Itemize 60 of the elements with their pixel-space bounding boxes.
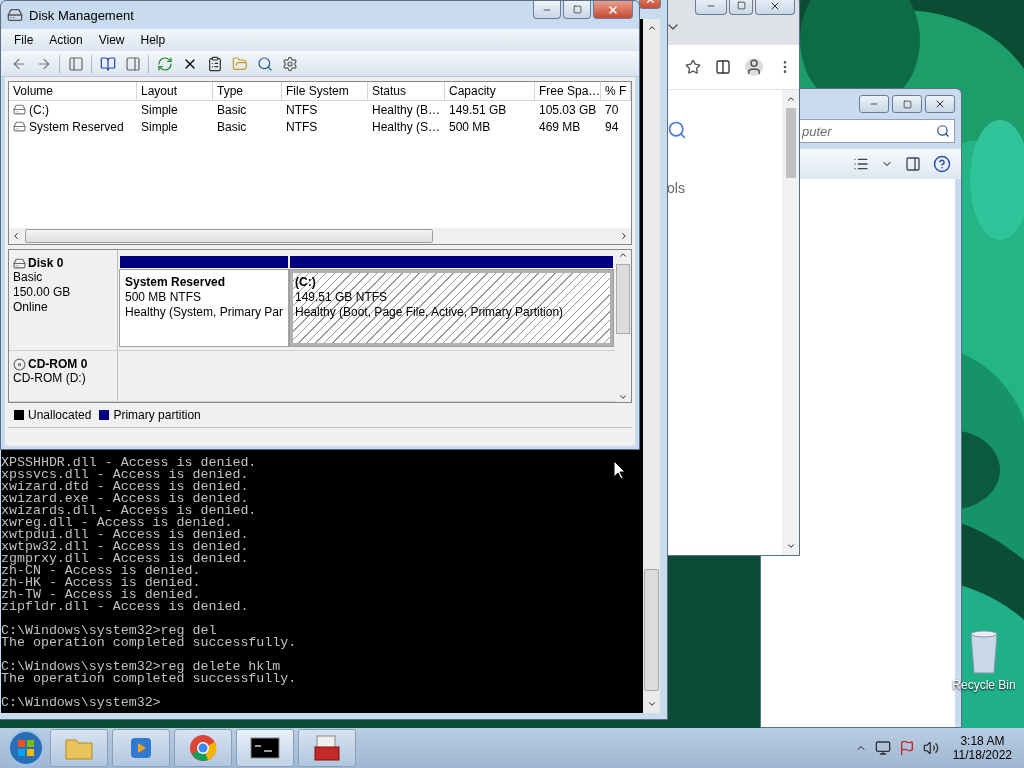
console-line: The operation completed successfully. (1, 637, 297, 649)
console-line: xwtpw32.dll - Access is denied. (1, 541, 249, 553)
table-cell: Healthy (B… (372, 102, 441, 117)
column-header[interactable]: Type (213, 82, 282, 100)
column-header[interactable]: Status (368, 82, 445, 100)
table-cell: 105.03 GB (539, 102, 597, 117)
menu-item[interactable]: Help (133, 31, 173, 49)
disk-name: CD-ROM 0 (28, 357, 88, 371)
console-line: zh-HK - Access is denied. (1, 577, 201, 589)
column-header[interactable]: Volume (9, 82, 137, 100)
table-cell: Simple (141, 102, 178, 117)
table-cell: 469 MB (539, 119, 581, 134)
console-line: xwizard.exe - Access is denied. (1, 493, 249, 505)
column-header[interactable]: Free Spa… (535, 82, 601, 100)
disk-detail: 150.00 GB (13, 285, 72, 300)
console-line: zh-CN - Access is denied. (1, 565, 201, 577)
table-cell: System Reserved (29, 119, 124, 134)
table-cell: Healthy (S… (372, 119, 441, 134)
column-header[interactable]: File System (282, 82, 368, 100)
console-line: C:\Windows\system32>reg del (1, 625, 217, 637)
disk-detail: Basic (13, 270, 44, 285)
console-line: xwizard.dtd - Access is denied. (1, 481, 249, 493)
console-line: XPSSHHDR.dll - Access is denied. (1, 457, 257, 469)
table-cell: Simple (141, 119, 178, 134)
menu-item[interactable]: Action (42, 31, 90, 49)
disk-name: Disk 0 (28, 256, 64, 270)
column-header[interactable]: % F (601, 82, 631, 100)
column-header[interactable]: Layout (137, 82, 213, 100)
table-cell: Basic (217, 119, 247, 134)
console-line: zipfldr.dll - Access is denied. (1, 601, 249, 613)
disk-detail: Online (13, 300, 49, 315)
console-line: C:\Windows\system32> (1, 697, 161, 709)
page-text: ols (667, 180, 686, 196)
table-cell: NTFS (286, 119, 318, 134)
console-line: xwtpdui.dll - Access is denied. (1, 529, 249, 541)
console-line: xwizards.dll - Access is denied. (1, 505, 257, 517)
console-line: C:\Windows\system32>reg delete hklm (1, 661, 281, 673)
partition[interactable]: (C:) 149.51 GB NTFS Healthy (Boot, Page File, Active, Primary Partition) (290, 270, 613, 346)
window-title: Disk Management (29, 7, 135, 23)
table-cell: (C:) (29, 102, 49, 117)
table-cell: 94 (605, 119, 619, 134)
disk-detail: CD-ROM (D:) (13, 371, 87, 386)
menu-item[interactable]: View (91, 31, 132, 49)
table-cell: 149.51 GB (449, 102, 507, 117)
console-line: zgmprxy.dll - Access is denied. (1, 553, 249, 565)
table-cell: 500 MB (449, 119, 491, 134)
console-line: xwreg.dll - Access is denied. (1, 517, 233, 529)
console-line: zh-TW - Access is denied. (1, 589, 201, 601)
console-line: The operation completed successfully. (1, 673, 297, 685)
column-header[interactable]: Capacity (445, 82, 535, 100)
console-line: xpssvcs.dll - Access is denied. (1, 469, 249, 481)
table-cell: NTFS (286, 102, 318, 117)
legend-label: Unallocated (28, 408, 92, 422)
partition[interactable]: System Reserved 500 MB NTFS Healthy (System, Primary Par (120, 270, 288, 346)
search-field[interactable]: puter (797, 119, 955, 143)
menu-item[interactable]: File (7, 31, 41, 49)
legend-label: Primary partition (113, 408, 201, 422)
table-cell: Basic (217, 102, 247, 117)
table-cell: 70 (605, 102, 619, 117)
clock[interactable]: 3:18 AM 11/18/2022 (946, 734, 1018, 762)
